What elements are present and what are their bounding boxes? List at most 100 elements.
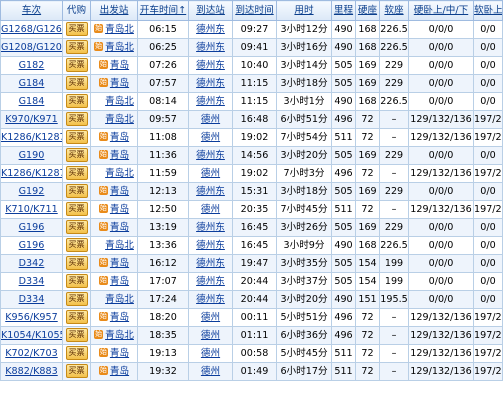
departure-station-link[interactable]: 青岛北 <box>105 294 134 305</box>
departure-station-link[interactable]: 青岛 <box>110 348 129 359</box>
departure-station-link[interactable]: 青岛北 <box>105 24 134 35</box>
buy-ticket-button[interactable]: 买票 <box>65 255 88 270</box>
buy-ticket-button[interactable]: 买票 <box>65 273 88 288</box>
train-number-link[interactable]: K1054/K1055 <box>2 330 62 341</box>
arrival-station-link[interactable]: 德州 <box>201 366 220 377</box>
arrival-station-link[interactable]: 德州东 <box>196 150 225 161</box>
arrival-station-link[interactable]: 德州 <box>201 348 220 359</box>
buy-ticket-button[interactable]: 买票 <box>65 39 88 54</box>
arrival-station-link[interactable]: 德州 <box>201 168 220 179</box>
arrival-station-link[interactable]: 德州 <box>201 312 220 323</box>
departure-station-link[interactable]: 青岛 <box>110 222 129 233</box>
soft-sleeper-price-cell: 0/0 <box>473 218 503 237</box>
arrival-station-link[interactable]: 德州东 <box>196 60 225 71</box>
buy-ticket-button[interactable]: 买票 <box>65 237 88 252</box>
departure-time-cell: 07:57 <box>137 74 189 93</box>
header-departure-station[interactable]: 出发站 <box>90 0 138 21</box>
arrival-station-link[interactable]: 德州 <box>201 132 220 143</box>
train-number-link[interactable]: G184 <box>19 96 45 107</box>
buy-ticket-button[interactable]: 买票 <box>65 291 88 306</box>
arrival-station-link[interactable]: 德州东 <box>196 42 225 53</box>
train-number-link[interactable]: K1286/K1287 <box>2 168 62 179</box>
train-number-link[interactable]: G192 <box>19 186 45 197</box>
header-hard-seat[interactable]: 硬座 <box>355 0 380 21</box>
departure-station-link[interactable]: 青岛 <box>110 78 129 89</box>
train-number-link[interactable]: K702/K703 <box>5 348 57 359</box>
table-row: G1268/G1265 买票始青岛北 06:15 德州东 09:27 3小时12分 490 1… <box>0 20 503 39</box>
hard-seat-price-cell: 151 <box>355 290 380 309</box>
arrival-station-link[interactable]: 德州东 <box>196 24 225 35</box>
arrival-station-link[interactable]: 德州 <box>201 330 220 341</box>
train-number-link[interactable]: G182 <box>19 60 45 71</box>
arrival-station-link[interactable]: 德州东 <box>196 96 225 107</box>
departure-station-link[interactable]: 青岛北 <box>105 168 134 179</box>
buy-ticket-button[interactable]: 买票 <box>65 201 88 216</box>
distance-cell: 490 <box>331 38 356 57</box>
soft-seat-price-cell: 226.5 <box>379 38 409 57</box>
header-departure-time[interactable]: 开车时间↑ <box>137 0 189 21</box>
buy-ticket-button[interactable]: 买票 <box>65 363 88 378</box>
train-number-link[interactable]: G190 <box>19 150 45 161</box>
departure-station-link[interactable]: 青岛 <box>110 60 129 71</box>
buy-ticket-button[interactable]: 买票 <box>65 327 88 342</box>
header-soft-sleeper[interactable]: 软卧上/下 <box>473 0 503 21</box>
buy-ticket-button[interactable]: 买票 <box>65 129 88 144</box>
train-number-link[interactable]: D334 <box>19 294 45 305</box>
train-number-link[interactable]: G184 <box>19 78 45 89</box>
departure-station-link[interactable]: 青岛 <box>110 186 129 197</box>
departure-station-link[interactable]: 青岛 <box>110 258 129 269</box>
train-number-link[interactable]: G1268/G1265 <box>2 24 62 35</box>
train-number-link[interactable]: D334 <box>19 276 45 287</box>
arrival-station-link[interactable]: 德州东 <box>196 186 225 197</box>
departure-station-link[interactable]: 青岛 <box>110 150 129 161</box>
departure-station-link[interactable]: 青岛 <box>110 132 129 143</box>
buy-ticket-button[interactable]: 买票 <box>65 219 88 234</box>
departure-station-link[interactable]: 青岛北 <box>105 96 134 107</box>
departure-station-link[interactable]: 青岛 <box>110 276 129 287</box>
buy-ticket-button[interactable]: 买票 <box>65 147 88 162</box>
header-soft-seat[interactable]: 软座 <box>379 0 409 21</box>
buy-ticket-button[interactable]: 买票 <box>65 93 88 108</box>
buy-ticket-button[interactable]: 买票 <box>65 183 88 198</box>
buy-ticket-button[interactable]: 买票 <box>65 21 88 36</box>
train-number-link[interactable]: K956/K957 <box>5 312 57 323</box>
train-number-link[interactable]: K710/K711 <box>5 204 57 215</box>
train-number-link[interactable]: K1286/K1287 <box>2 132 62 143</box>
arrival-station-link[interactable]: 德州 <box>201 204 220 215</box>
arrival-station-link[interactable]: 德州东 <box>196 258 225 269</box>
departure-time-cell: 11:59 <box>137 164 189 183</box>
train-number-link[interactable]: D342 <box>19 258 45 269</box>
origin-station-icon-placeholder <box>94 114 103 123</box>
buy-ticket-button[interactable]: 买票 <box>65 57 88 72</box>
buy-ticket-button[interactable]: 买票 <box>65 75 88 90</box>
header-train-no[interactable]: 车次 <box>0 0 63 21</box>
departure-station-link[interactable]: 青岛北 <box>105 240 134 251</box>
train-number-link[interactable]: G196 <box>19 240 45 251</box>
header-arrival-time[interactable]: 到达时间 <box>232 0 277 21</box>
buy-ticket-button[interactable]: 买票 <box>65 309 88 324</box>
departure-station-link[interactable]: 青岛 <box>110 366 129 377</box>
train-number-link[interactable]: G1208/G1205 <box>2 42 62 53</box>
train-number-link[interactable]: K970/K971 <box>5 114 57 125</box>
header-hard-sleeper[interactable]: 硬卧上/中/下 <box>408 0 474 21</box>
departure-station-link[interactable]: 青岛北 <box>105 330 134 341</box>
train-number-link[interactable]: G196 <box>19 222 45 233</box>
departure-station-link[interactable]: 青岛北 <box>105 42 134 53</box>
header-duration[interactable]: 用时 <box>276 0 332 21</box>
buy-ticket-button[interactable]: 买票 <box>65 111 88 126</box>
departure-station-link[interactable]: 青岛 <box>110 204 129 215</box>
departure-station-link[interactable]: 青岛 <box>110 312 129 323</box>
arrival-station-link[interactable]: 德州东 <box>196 222 225 233</box>
train-number-link[interactable]: K882/K883 <box>5 366 57 377</box>
buy-ticket-button[interactable]: 买票 <box>65 345 88 360</box>
departure-station-link[interactable]: 青岛北 <box>105 114 134 125</box>
buy-ticket-button[interactable]: 买票 <box>65 165 88 180</box>
arrival-station-link[interactable]: 德州东 <box>196 276 225 287</box>
arrival-station-link[interactable]: 德州 <box>201 114 220 125</box>
table-row: G196 买票 青岛北 13:36 德州东 16:45 3小时9分 490 168 226.5 0/… <box>0 236 503 255</box>
header-arrival-station[interactable]: 到达站 <box>188 0 233 21</box>
arrival-station-link[interactable]: 德州东 <box>196 240 225 251</box>
arrival-station-link[interactable]: 德州东 <box>196 78 225 89</box>
header-distance[interactable]: 里程 <box>331 0 356 21</box>
arrival-station-link[interactable]: 德州东 <box>196 294 225 305</box>
